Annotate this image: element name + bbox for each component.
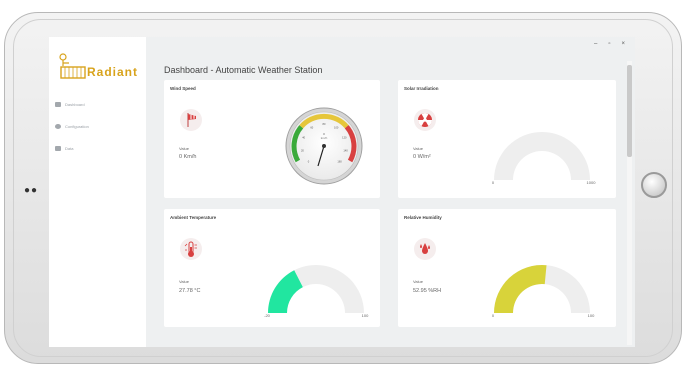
gauge-tick-label: 100 [334, 126, 339, 130]
sidebar-item-data[interactable]: Data [55, 143, 141, 154]
gauge-max-label: 100 [362, 313, 369, 318]
relative-humidity-card: Relative Humidity Value 52.95 %RH 0 100 [398, 209, 616, 327]
scrollbar-thumb[interactable] [627, 65, 632, 157]
maximize-button[interactable]: ▫ [608, 41, 610, 47]
logo: Radiant [57, 52, 145, 82]
relative-humidity-gauge: 0 100 [492, 265, 595, 318]
value-label: Value [413, 146, 423, 151]
card-title: Relative Humidity [404, 215, 442, 220]
sidebar-item-configuration[interactable]: Configuration [55, 121, 141, 132]
home-button[interactable] [641, 172, 667, 198]
gauge-tick-label: 120 [342, 136, 347, 140]
main-content: – ▫ × Dashboard - Automatic Weather Stat… [146, 37, 635, 347]
solar-irradiation-value: 0 W/m² [413, 154, 431, 160]
window-controls: – ▫ × [594, 41, 625, 47]
page-title: Dashboard - Automatic Weather Station [164, 65, 323, 75]
gauge-hub [322, 144, 326, 148]
ambient-temperature-card: Ambient Temperature Value 27.78 °C -20 1… [164, 209, 380, 327]
sidebar-nav: Dashboard Configuration Data [55, 99, 141, 165]
ambient-temperature-value: 27.78 °C [179, 288, 201, 294]
wind-speed-card: Wind Speed Value 0 Km/h 0 km/h 0 20 40 6… [164, 80, 380, 198]
relative-humidity-value: 52.95 %RH [413, 288, 442, 294]
close-button[interactable]: × [621, 41, 625, 47]
windsock-icon [180, 109, 202, 131]
gauge-min-label: 0 [492, 180, 495, 185]
gauge-tick-label: 160 [337, 160, 342, 164]
chart-icon [55, 102, 61, 107]
gauge-unit: km/h [321, 136, 328, 140]
gauge-min-label: 0 [492, 313, 495, 318]
wind-speed-dial-gauge: 0 km/h 020406080100120140160 [285, 107, 363, 185]
logo-text: Radiant [87, 65, 139, 79]
sidebar-item-label: Configuration [65, 124, 89, 129]
sidebar-item-label: Data [65, 146, 74, 151]
gear-icon [55, 124, 61, 129]
camera-dots-icon: ●● [24, 185, 39, 196]
gauge-max-label: 100 [588, 313, 595, 318]
minimize-button[interactable]: – [594, 41, 597, 47]
value-label: Value [179, 279, 189, 284]
folder-icon [55, 146, 61, 151]
card-title: Wind Speed [170, 86, 196, 91]
wind-speed-value: 0 Km/h [179, 154, 197, 160]
scrollbar[interactable] [627, 61, 632, 345]
card-title: Solar Irradiation [404, 86, 439, 91]
solar-irradiation-gauge: 0 1000 [492, 132, 597, 185]
gauge-track [494, 132, 590, 180]
sidebar-item-label: Dashboard [65, 102, 85, 107]
thermometer-icon [180, 238, 202, 260]
value-label: Value [179, 146, 189, 151]
gauge-min-label: -20 [264, 313, 271, 318]
gauge-max-label: 1000 [587, 180, 597, 185]
sidebar-item-dashboard[interactable]: Dashboard [55, 99, 141, 110]
radiation-icon [414, 109, 436, 131]
humidity-icon [414, 238, 436, 260]
sidebar: Radiant Dashboard Configuration Data [49, 37, 146, 347]
app-window: Radiant Dashboard Configuration Data – ▫… [49, 37, 635, 347]
card-title: Ambient Temperature [170, 215, 217, 220]
gauge-fill [494, 265, 547, 313]
solar-irradiation-card: Solar Irradiation Value 0 W/m² 0 1000 [398, 80, 616, 198]
value-label: Value [413, 279, 423, 284]
gauge-tick-label: 140 [343, 148, 348, 152]
logo-icon [59, 53, 86, 79]
ambient-temperature-gauge: -20 100 [264, 265, 369, 318]
